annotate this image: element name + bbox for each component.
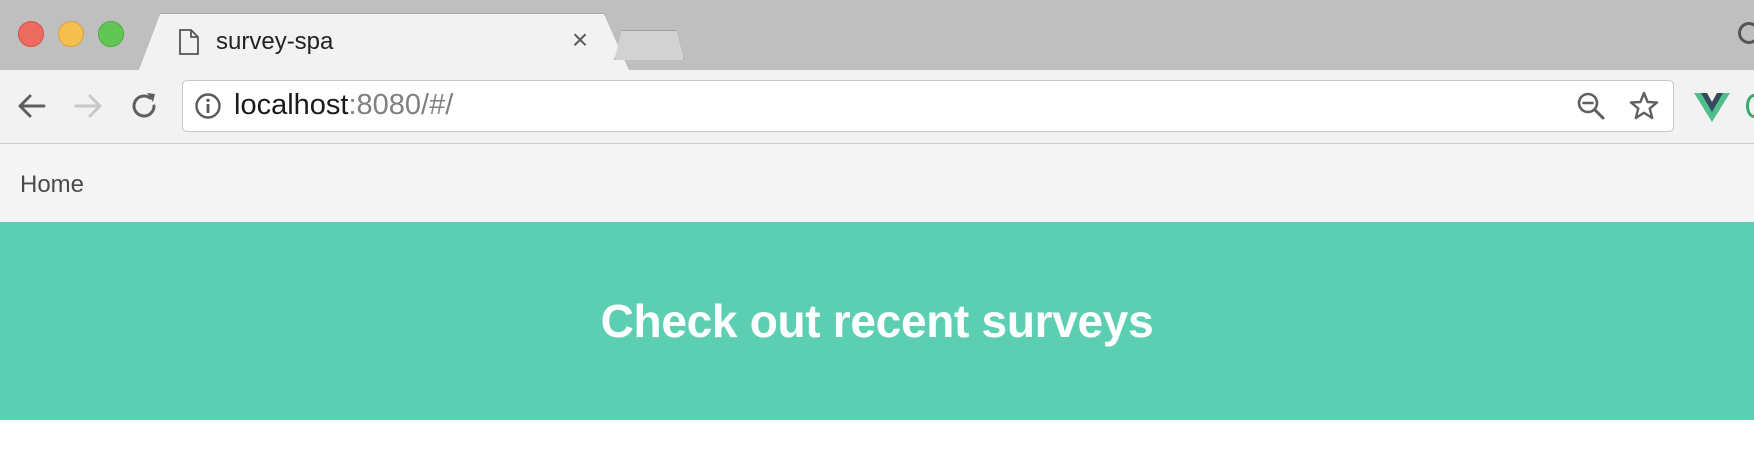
site-navbar xyxy=(0,144,1754,222)
window-close-button[interactable] xyxy=(18,21,44,47)
document-icon xyxy=(179,29,199,55)
bookmark-star-icon[interactable] xyxy=(1628,90,1660,122)
hero-title: Check out recent surveys xyxy=(600,295,1154,347)
reload-icon[interactable] xyxy=(126,88,162,124)
zoom-out-icon[interactable] xyxy=(1576,91,1606,121)
profile-icon[interactable] xyxy=(1738,22,1754,44)
new-tab-button-face xyxy=(615,31,683,60)
back-arrow-icon[interactable] xyxy=(14,88,50,124)
close-icon[interactable]: × xyxy=(568,26,592,54)
url-path: :8080/#/ xyxy=(348,89,454,121)
hero-banner: Check out recent surveys xyxy=(0,222,1754,420)
nav-home-link[interactable]: Home xyxy=(20,171,84,199)
vue-devtools-icon[interactable] xyxy=(1694,92,1730,122)
url-text[interactable]: localhost:8080/#/ xyxy=(234,89,453,122)
url-host: localhost xyxy=(234,89,349,121)
window-maximize-button[interactable] xyxy=(98,21,124,47)
window-minimize-button[interactable] xyxy=(58,21,84,47)
tab-title: survey-spa xyxy=(216,28,334,55)
browser-tab[interactable] xyxy=(138,14,630,72)
forward-arrow-icon[interactable] xyxy=(70,88,106,124)
info-icon[interactable] xyxy=(194,92,222,120)
